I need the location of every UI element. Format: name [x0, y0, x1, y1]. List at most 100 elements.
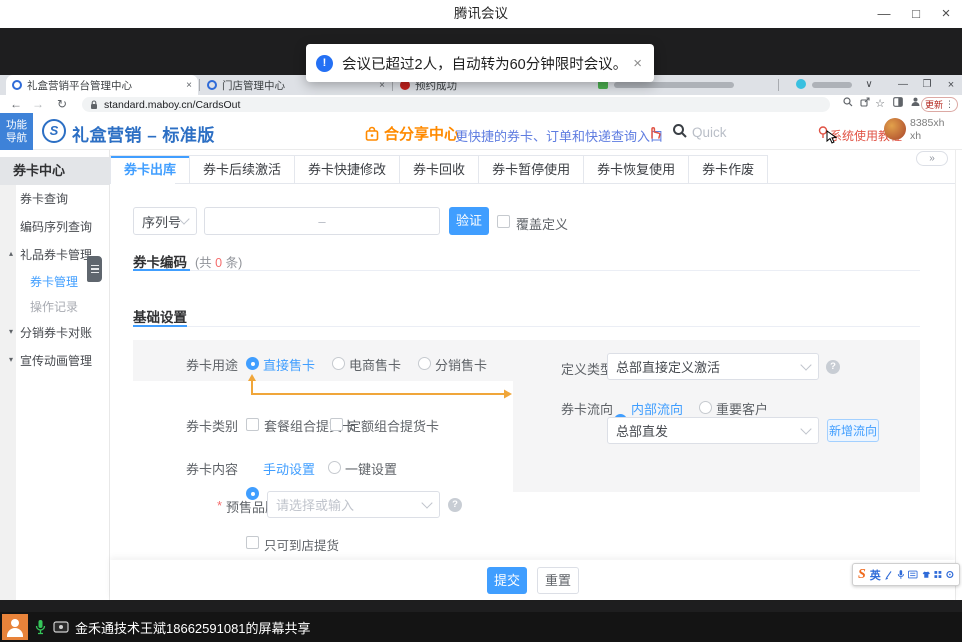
usage-option-distribution[interactable]: 分销售卡 — [435, 355, 487, 374]
minimize-button[interactable]: — — [868, 0, 900, 28]
browser-minimize-icon[interactable]: — — [892, 75, 914, 95]
usage-radio-distribution[interactable] — [418, 357, 431, 370]
bookmark-star-icon[interactable]: ☆ — [872, 95, 888, 114]
serial-field-select[interactable]: 序列号 — [133, 207, 197, 235]
section-divider — [133, 270, 920, 271]
maximize-button[interactable]: □ — [900, 0, 932, 28]
codes-underline — [133, 269, 190, 271]
settings-underline — [133, 325, 187, 327]
tab-pause[interactable]: 券卡暂停使用 — [479, 156, 584, 183]
user-name-block: 8385xh xh — [910, 117, 944, 143]
share-banner-text: 金禾通技术王斌18662591081的屏幕共享 — [75, 618, 311, 637]
verify-button[interactable]: 验证 — [449, 207, 489, 235]
tabbar-bottom-border — [110, 183, 955, 184]
overwrite-checkbox[interactable] — [497, 215, 510, 228]
flow-option-internal[interactable]: 内部流向 — [631, 399, 683, 418]
content-radio-onekey[interactable] — [328, 461, 341, 474]
content-label: 券卡内容 — [133, 459, 238, 478]
ime-keyboard-icon[interactable] — [908, 570, 918, 579]
sidebar-group-giftcard[interactable]: 礼品券卡管理 — [20, 244, 92, 266]
tab-void[interactable]: 券卡作废 — [689, 156, 767, 183]
tab-close-icon[interactable]: × — [186, 80, 192, 91]
splitview-icon[interactable] — [890, 95, 906, 114]
back-icon[interactable]: ← — [6, 95, 26, 114]
browser-close-icon[interactable]: × — [940, 75, 962, 95]
tab-card-out[interactable]: 券卡出库 — [111, 156, 190, 183]
category-checkbox-fixed[interactable] — [330, 418, 343, 431]
hand-pointer-icon — [646, 124, 662, 140]
ime-mic-icon[interactable] — [897, 569, 905, 580]
help-icon[interactable]: ? — [448, 498, 462, 512]
sidebar-group-distribution[interactable]: 分销券卡对账 — [20, 322, 92, 344]
ime-toolbar[interactable]: S 英 — [852, 563, 960, 586]
forward-icon[interactable]: → — [28, 95, 48, 114]
tab-recycle[interactable]: 券卡回收 — [400, 156, 479, 183]
expand-arrow-icon[interactable]: ▾ — [9, 355, 13, 364]
ime-mode-label[interactable]: 英 — [870, 567, 881, 583]
share-center-icon — [364, 126, 380, 142]
flow-select[interactable]: 总部直发 — [607, 417, 819, 444]
sidebar-collapse-handle[interactable] — [87, 256, 102, 282]
tab-quick-edit[interactable]: 券卡快捷修改 — [295, 156, 400, 183]
sidebar-group-animation[interactable]: 宣传动画管理 — [20, 350, 92, 372]
usage-radio-direct[interactable] — [246, 357, 259, 370]
flow-radio-vip[interactable] — [699, 401, 712, 414]
meeting-title: 腾讯会议 — [0, 0, 962, 28]
collapse-arrow-icon[interactable]: ▴ — [9, 249, 13, 258]
sidebar-item-cardquery[interactable]: 券卡查询 — [20, 188, 68, 210]
ime-pen-icon[interactable] — [885, 569, 893, 580]
usage-option-ecommerce[interactable]: 电商售卡 — [349, 355, 401, 374]
search-icon[interactable] — [672, 123, 688, 139]
usage-label: 券卡用途 — [133, 355, 238, 374]
usage-option-direct[interactable]: 直接售卡 — [263, 355, 315, 374]
def-type-select[interactable]: 总部直接定义激活 — [607, 353, 819, 380]
avatar[interactable] — [884, 118, 906, 140]
zoom-icon[interactable] — [840, 95, 856, 114]
sidebar-gutter — [0, 178, 16, 600]
def-type-value: 总部直接定义激活 — [616, 357, 802, 376]
ime-skin-icon[interactable] — [922, 570, 931, 579]
reset-button[interactable]: 重置 — [537, 567, 579, 594]
submit-button[interactable]: 提交 — [487, 567, 527, 594]
tab-search-chevron-icon[interactable]: ∨ — [858, 75, 880, 95]
scrollbar-track[interactable] — [955, 150, 956, 600]
share-indicator-bar: 金禾通技术王斌18662591081的屏幕共享 — [0, 612, 962, 642]
site-favicon — [796, 79, 806, 89]
tab-resume[interactable]: 券卡恢复使用 — [584, 156, 689, 183]
tabbar-expand-button[interactable]: » — [916, 151, 948, 166]
main-tabbar: 券卡出库 券卡后续激活 券卡快捷修改 券卡回收 券卡暂停使用 券卡恢复使用 券卡… — [110, 155, 768, 183]
add-flow-button[interactable]: 新增流向 — [827, 419, 879, 442]
expand-arrow-icon[interactable]: ▾ — [9, 327, 13, 336]
notification-close-icon[interactable]: × — [631, 55, 644, 72]
quick-entry-link[interactable]: 更快捷的券卡、订单和快递查询入口 — [455, 126, 663, 145]
flow-option-vip[interactable]: 重要客户 — [716, 399, 768, 418]
nav-toggle-button[interactable]: 功能 导航 — [0, 113, 33, 150]
site-favicon — [207, 80, 217, 90]
brand-select[interactable]: 请选择或输入 — [267, 491, 440, 518]
category-checkbox-combo[interactable] — [246, 418, 259, 431]
search-input[interactable]: Quick — [692, 125, 727, 140]
tab-activate[interactable]: 券卡后续激活 — [190, 156, 295, 183]
content-option-manual[interactable]: 手动设置 — [263, 459, 315, 478]
help-icon[interactable]: ? — [826, 360, 840, 374]
codes-title: 券卡编码 — [133, 251, 187, 271]
minimize-icon: — — [878, 6, 891, 21]
serial-range-input[interactable]: – — [204, 207, 440, 235]
sidebar-item-cardmanage-active[interactable]: 券卡管理 — [30, 271, 78, 293]
sidebar-item-oplog[interactable]: 操作记录 — [30, 296, 78, 318]
usage-radio-ecommerce[interactable] — [332, 357, 345, 370]
close-button[interactable]: × — [930, 0, 962, 28]
browser-restore-icon[interactable]: ❐ — [916, 75, 938, 95]
refresh-icon[interactable]: ↻ — [52, 95, 72, 114]
share-icon[interactable] — [857, 95, 873, 114]
browser-tab-active[interactable]: 礼盒营销平台管理中心 × — [6, 75, 198, 95]
ime-wrench-icon[interactable] — [946, 570, 954, 579]
sidebar-item-codequery[interactable]: 编码序列查询 — [20, 216, 92, 238]
url-field[interactable]: standard.maboy.cn/CardsOut — [82, 97, 830, 112]
browser-update-button[interactable]: 更新 ⋮ — [921, 97, 958, 112]
ime-grid-icon[interactable] — [934, 570, 942, 579]
content-option-onekey[interactable]: 一键设置 — [345, 459, 397, 478]
store-only-checkbox[interactable] — [246, 536, 259, 549]
share-center-link[interactable]: 合分享中心 — [364, 123, 459, 144]
category-option-fixed[interactable]: 定额组合提货卡 — [348, 416, 439, 435]
